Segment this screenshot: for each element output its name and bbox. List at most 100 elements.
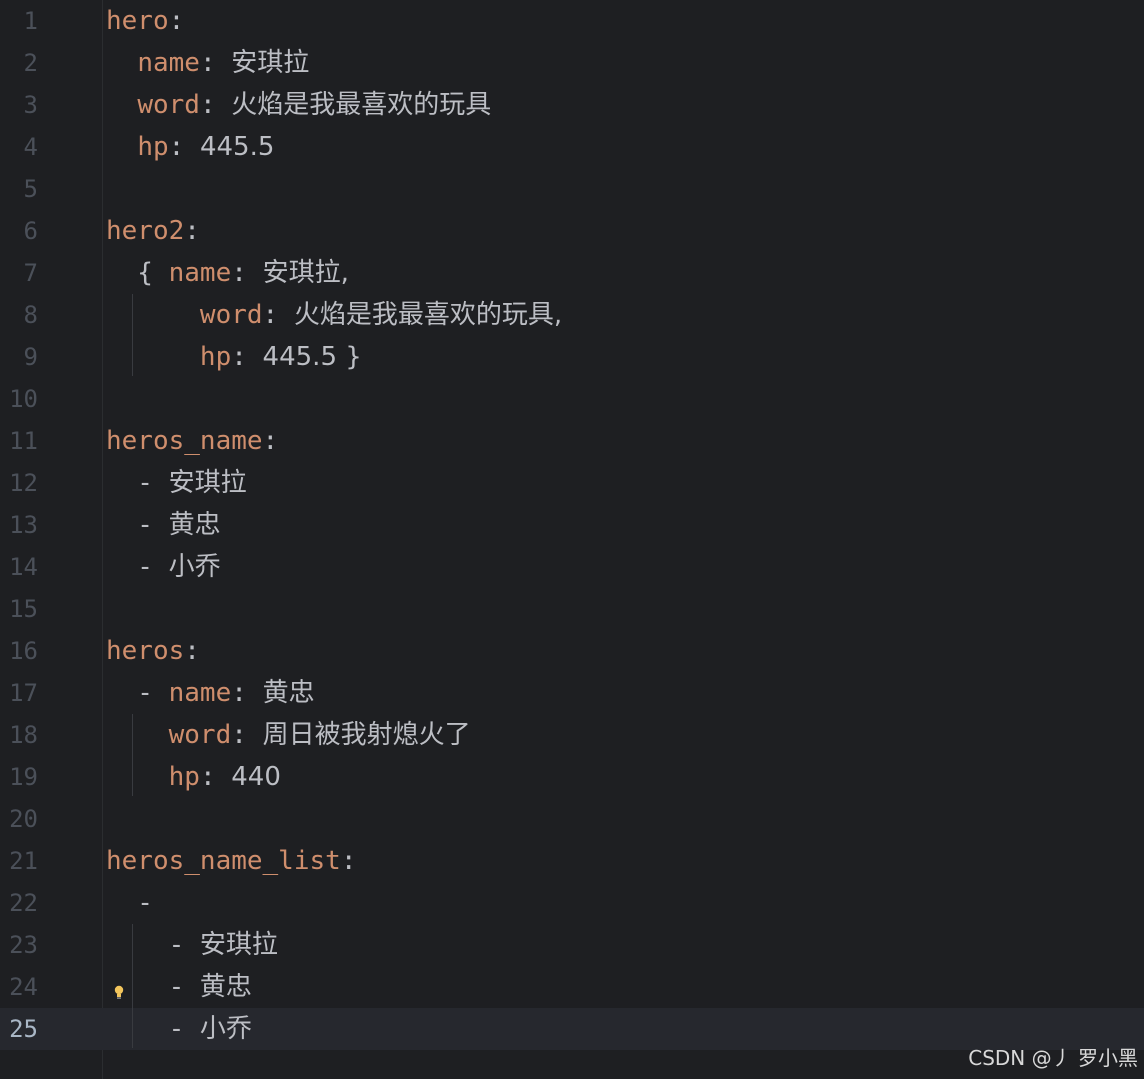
line-number: 1: [23, 7, 38, 35]
code-line[interactable]: 4 hp: 445.5: [0, 126, 1144, 168]
yaml-value: 周日被我射熄火了: [262, 720, 471, 750]
yaml-value: 安琪拉: [199, 930, 278, 960]
code-line[interactable]: 15: [0, 588, 1144, 630]
code-line[interactable]: 6 hero2:: [0, 210, 1144, 252]
line-number: 15: [9, 595, 38, 623]
code-line[interactable]: 13 - 黄忠: [0, 504, 1144, 546]
yaml-separator: :: [231, 342, 263, 372]
yaml-separator: :: [184, 216, 200, 246]
code-line[interactable]: 17 - name: 黄忠: [0, 672, 1144, 714]
code-line[interactable]: 19 hp: 440: [0, 756, 1144, 798]
yaml-key: name: [137, 48, 200, 78]
code-line[interactable]: 23 - 安琪拉: [0, 924, 1144, 966]
yaml-separator: :: [168, 6, 185, 36]
code-text: word: 火焰是我最喜欢的玩具: [106, 84, 491, 126]
line-number: 12: [9, 469, 38, 497]
line-number: 14: [9, 553, 38, 581]
yaml-separator: :: [199, 48, 232, 78]
yaml-key: heros_name: [106, 426, 263, 456]
line-number: 19: [9, 763, 38, 791]
yaml-separator: :: [340, 846, 357, 876]
code-text: name: 安琪拉: [106, 42, 309, 84]
yaml-key: heros: [106, 636, 185, 666]
yaml-key: word: [168, 720, 232, 750]
code-text: hero2:: [106, 210, 200, 252]
yaml-value: 小乔: [168, 552, 221, 582]
code-line[interactable]: 22 -: [0, 882, 1144, 924]
code-line[interactable]: 21 heros_name_list:: [0, 840, 1144, 882]
indent-prefix: [106, 90, 137, 120]
code-line[interactable]: 24 - 黄忠: [0, 966, 1144, 1008]
yaml-value: 440: [231, 762, 281, 792]
line-number: 11: [9, 427, 38, 455]
code-text: - 小乔: [106, 1008, 252, 1050]
line-number: 4: [23, 133, 38, 161]
indent-prefix: -: [106, 888, 153, 918]
yaml-separator: :: [231, 678, 263, 708]
indent-prefix: -: [106, 930, 200, 960]
line-number: 21: [9, 847, 38, 875]
indent-prefix: -: [106, 678, 169, 708]
code-text: hero:: [106, 0, 184, 42]
indent-prefix: -: [106, 552, 169, 582]
indent-prefix: [106, 720, 169, 750]
yaml-value: 火焰是我最喜欢的玩具,: [293, 300, 563, 330]
line-number: 7: [23, 259, 38, 287]
code-text: - name: 黄忠: [106, 672, 315, 714]
yaml-key: hero2: [106, 216, 185, 246]
code-line[interactable]: 8 word: 火焰是我最喜欢的玩具,: [0, 294, 1144, 336]
yaml-separator: :: [199, 762, 232, 792]
yaml-separator: :: [184, 636, 200, 666]
code-text: - 安琪拉: [106, 462, 247, 504]
code-line[interactable]: 12 - 安琪拉: [0, 462, 1144, 504]
line-number: 16: [9, 637, 38, 665]
code-text: - 黄忠: [106, 504, 221, 546]
indent-prefix: [106, 762, 169, 792]
yaml-separator: :: [231, 720, 263, 750]
yaml-value: 安琪拉: [168, 468, 247, 498]
yaml-value: 黄忠: [199, 972, 252, 1002]
indent-prefix: {: [106, 258, 169, 288]
yaml-value: 黄忠: [262, 678, 315, 708]
yaml-value: 安琪拉: [231, 48, 310, 78]
yaml-separator: :: [168, 132, 200, 162]
code-editor[interactable]: 1 hero: 2 name: 安琪拉 3 word: 火焰是我最喜欢的玩具 4 hp:…: [0, 0, 1144, 1079]
yaml-separator: :: [262, 300, 294, 330]
line-number: 5: [23, 175, 38, 203]
code-text: { name: 安琪拉,: [106, 252, 349, 294]
code-text: hp: 445.5: [106, 126, 274, 168]
line-number: 18: [9, 721, 38, 749]
yaml-value: 445.5 }: [262, 342, 362, 372]
code-text: heros:: [106, 630, 200, 672]
code-line[interactable]: 10: [0, 378, 1144, 420]
code-text: word: 火焰是我最喜欢的玩具,: [106, 294, 562, 336]
line-number: 9: [23, 343, 38, 371]
code-line[interactable]: 9 hp: 445.5 }: [0, 336, 1144, 378]
code-line[interactable]: 11 heros_name:: [0, 420, 1144, 462]
yaml-value: 黄忠: [168, 510, 221, 540]
code-line[interactable]: 2 name: 安琪拉: [0, 42, 1144, 84]
yaml-key: heros_name_list: [106, 846, 341, 876]
line-number: 3: [23, 91, 38, 119]
yaml-value: 安琪拉,: [262, 258, 349, 288]
line-number: 6: [23, 217, 38, 245]
code-line[interactable]: 14 - 小乔: [0, 546, 1144, 588]
code-line[interactable]: 7 { name: 安琪拉,: [0, 252, 1144, 294]
code-line[interactable]: 20: [0, 798, 1144, 840]
code-text: word: 周日被我射熄火了: [106, 714, 471, 756]
line-number: 24: [9, 973, 38, 1001]
line-number: 22: [9, 889, 38, 917]
code-line[interactable]: 1 hero:: [0, 0, 1144, 42]
watermark: CSDN @丿 罗小黑: [968, 1046, 1138, 1070]
lightbulb-icon[interactable]: [114, 985, 124, 1001]
code-line[interactable]: 5: [0, 168, 1144, 210]
yaml-separator: :: [199, 90, 232, 120]
code-text: heros_name:: [106, 420, 278, 462]
yaml-separator: :: [231, 258, 263, 288]
code-line[interactable]: 3 word: 火焰是我最喜欢的玩具: [0, 84, 1144, 126]
code-line[interactable]: 18 word: 周日被我射熄火了: [0, 714, 1144, 756]
code-line[interactable]: 16 heros:: [0, 630, 1144, 672]
line-number: 23: [9, 931, 38, 959]
indent-prefix: -: [106, 510, 169, 540]
line-number: 13: [9, 511, 38, 539]
